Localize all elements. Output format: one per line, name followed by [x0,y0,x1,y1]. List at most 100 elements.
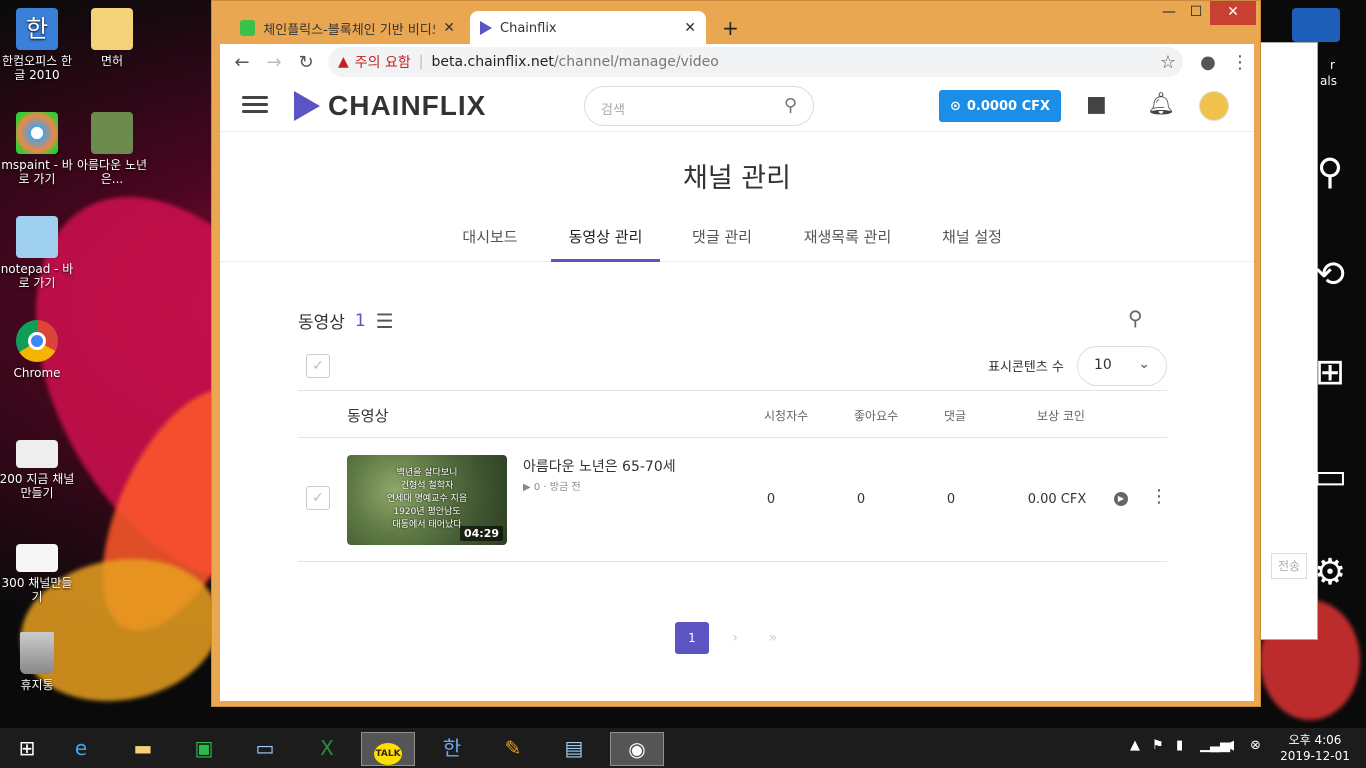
desktop-icon-notepad[interactable]: notepad - 바로 가기 [0,216,77,290]
desktop-icon-chrome[interactable]: Chrome [0,320,77,380]
page-button-current[interactable]: 1 [675,622,709,654]
close-window-button[interactable]: ✕ [1210,1,1256,25]
desktop-icon-video[interactable]: 아름다운 노년은... [72,112,152,186]
notification-close-icon[interactable]: ⊗ [1250,738,1261,753]
recycle-bin-icon [20,632,54,674]
url-host: beta.chainflix.net [431,54,554,70]
search-icon[interactable]: ⚲ [1128,306,1143,330]
battery-icon[interactable]: ▮ [1176,738,1183,753]
tab-comment-manage[interactable]: 댓글 관리 [690,226,754,262]
desktop-icon-hwp[interactable]: 한 한컴오피스 한글 2010 [0,8,77,82]
taskbar: ⊞ e ▬ ▣ ▭ X TALK 한 ✎ ▤ ◉ ▲ ⚑ ▮ ▁▃▅ ◀︎ ⊗ … [0,728,1366,768]
close-tab-icon[interactable]: ✕ [443,20,455,36]
search-input[interactable]: 검색 ⚲ [584,86,814,126]
flag-icon[interactable]: ⚑ [1152,738,1164,753]
partial-label: r [1330,58,1335,72]
header-comments: 댓글 [944,409,967,423]
settings-charm-icon[interactable]: ⚙ [1300,552,1360,602]
row-checkbox[interactable]: ✓ [306,486,330,510]
video-icon [91,112,133,154]
desktop-icon-image-300[interactable]: 300 채널만들기 [0,544,77,604]
search-charm-icon[interactable]: ⚲ [1300,152,1360,202]
video-title[interactable]: 아름다운 노년은 65-70세 [523,456,676,476]
site-header: CHAINFLIX 검색 ⚲ ⊙ 0.0000 CFX ■ 🔔︎ [220,80,1254,132]
play-circle-icon: ⊙ [949,98,961,114]
paint-icon [16,112,58,154]
desktop-icon-label: 200 지금 채널 만들기 [0,472,75,500]
per-page-select[interactable]: 10 ⌄ [1077,346,1167,386]
hamburger-menu-icon[interactable] [242,96,268,114]
kakaotalk-label: TALK [374,743,402,765]
windows-charm-icon[interactable]: ⊞ [1300,352,1360,402]
video-likes: 0 [856,492,866,507]
profile-icon[interactable]: ● [1192,52,1224,73]
desktop-icon-recycle-bin[interactable]: 휴지통 [0,632,77,692]
video-comments: 0 [946,492,956,507]
video-reward: 0.00 CFX [1027,492,1087,507]
tab-video-manage[interactable]: 동영상 관리 [551,226,660,262]
site-logo[interactable]: CHAINFLIX [294,90,486,122]
paint-icon[interactable]: ✎ [486,732,540,766]
menu-kebab-icon[interactable]: ⋮ [1224,52,1256,73]
image-icon [16,440,58,468]
cfx-balance-button[interactable]: ⊙ 0.0000 CFX [939,90,1061,122]
volume-icon[interactable]: ◀︎ [1224,738,1234,753]
chrome-icon[interactable]: ◉ [610,732,664,766]
desktop-icon-folder[interactable]: 면허 [72,8,152,68]
per-page-label: 표시콘텐츠 수 [988,360,1064,375]
store-icon[interactable]: ▣ [177,732,231,766]
upload-video-icon[interactable]: ■ [1086,92,1107,117]
lenovo-shortcut[interactable] [1286,8,1346,46]
browser-window: — ☐ ✕ 체인플릭스-블록체인 기반 비디오 ✕ Chainflix ✕ + … [211,0,1261,707]
tab-channel-settings[interactable]: 채널 설정 [940,226,1004,262]
video-count-label: 동영상 [298,313,345,333]
avatar[interactable] [1199,91,1229,121]
pagination: 1 › » [675,622,785,654]
tab-label: Chainflix [500,20,557,36]
ie-icon[interactable]: e [54,732,108,766]
desktop-icon-mspaint[interactable]: mspaint - 바로 가기 [0,112,77,186]
forward-icon[interactable]: → [258,52,290,73]
search-icon[interactable]: ⚲ [784,95,797,116]
clock-time: 오후 4:06 [1288,733,1342,747]
header-video: 동영상 [347,407,389,425]
more-options-icon[interactable]: ⋮ [1150,486,1168,507]
next-page-icon[interactable]: › [723,630,747,646]
last-page-icon[interactable]: » [761,630,785,646]
filter-sliders-icon[interactable]: ☰ [376,309,394,333]
tab-dashboard[interactable]: 대시보드 [460,226,520,262]
show-hidden-icons[interactable]: ▲ [1130,738,1140,753]
video-thumbnail[interactable]: 백년을 살다보니 건형석 철학자 연세대 명예교수 지음 1920년 평안남도 대동에서… [347,455,507,545]
desktop-icon-label: 면허 [100,54,124,68]
clock-date: 2019-12-01 [1280,749,1350,763]
desktop-icon-image-200[interactable]: 200 지금 채널 만들기 [0,440,77,500]
select-all-checkbox[interactable]: ✓ [306,354,330,378]
excel-icon[interactable]: X [300,732,354,766]
channel-tabs: 대시보드 동영상 관리 댓글 관리 재생목록 관리 채널 설정 [220,226,1254,262]
video-views: 0 [766,492,776,507]
reload-icon[interactable]: ↻ [290,52,322,73]
tab-playlist-manage[interactable]: 재생목록 관리 [800,226,895,262]
notification-bell-icon[interactable]: 🔔︎ [1147,92,1175,117]
bookmark-star-icon[interactable]: ☆ [1152,52,1184,73]
lenovo-icon[interactable]: ▭ [238,732,292,766]
close-tab-icon[interactable]: ✕ [684,20,696,36]
explorer-icon[interactable]: ▬ [116,732,170,766]
new-tab-button[interactable]: + [712,11,744,45]
tab-chainflix[interactable]: Chainflix ✕ [470,11,706,45]
notepad-icon[interactable]: ▤ [547,732,601,766]
hwp-icon[interactable]: 한 [425,732,479,766]
desktop-icon-label: 300 채널만들기 [1,576,73,604]
devices-charm-icon[interactable]: ▭ [1300,456,1360,506]
partial-label: als [1320,74,1337,88]
tab-chainflix-blockchain[interactable]: 체인플릭스-블록체인 기반 비디오 ✕ [230,11,465,45]
play-icon[interactable]: ▶ [1114,492,1128,506]
address-bar[interactable]: ▲ 주의 요함 | beta.chainflix.net /channel/ma… [328,47,1183,77]
chainflix-logo-icon [294,91,320,121]
kakaotalk-icon[interactable]: TALK [361,732,415,766]
start-icon[interactable]: ⊞ [0,732,54,766]
share-charm-icon[interactable]: ⟲ [1300,254,1360,304]
header-reward: 보상 코인 [1037,409,1085,423]
system-clock[interactable]: 오후 4:06 2019-12-01 [1272,732,1358,764]
back-icon[interactable]: ← [226,52,258,73]
